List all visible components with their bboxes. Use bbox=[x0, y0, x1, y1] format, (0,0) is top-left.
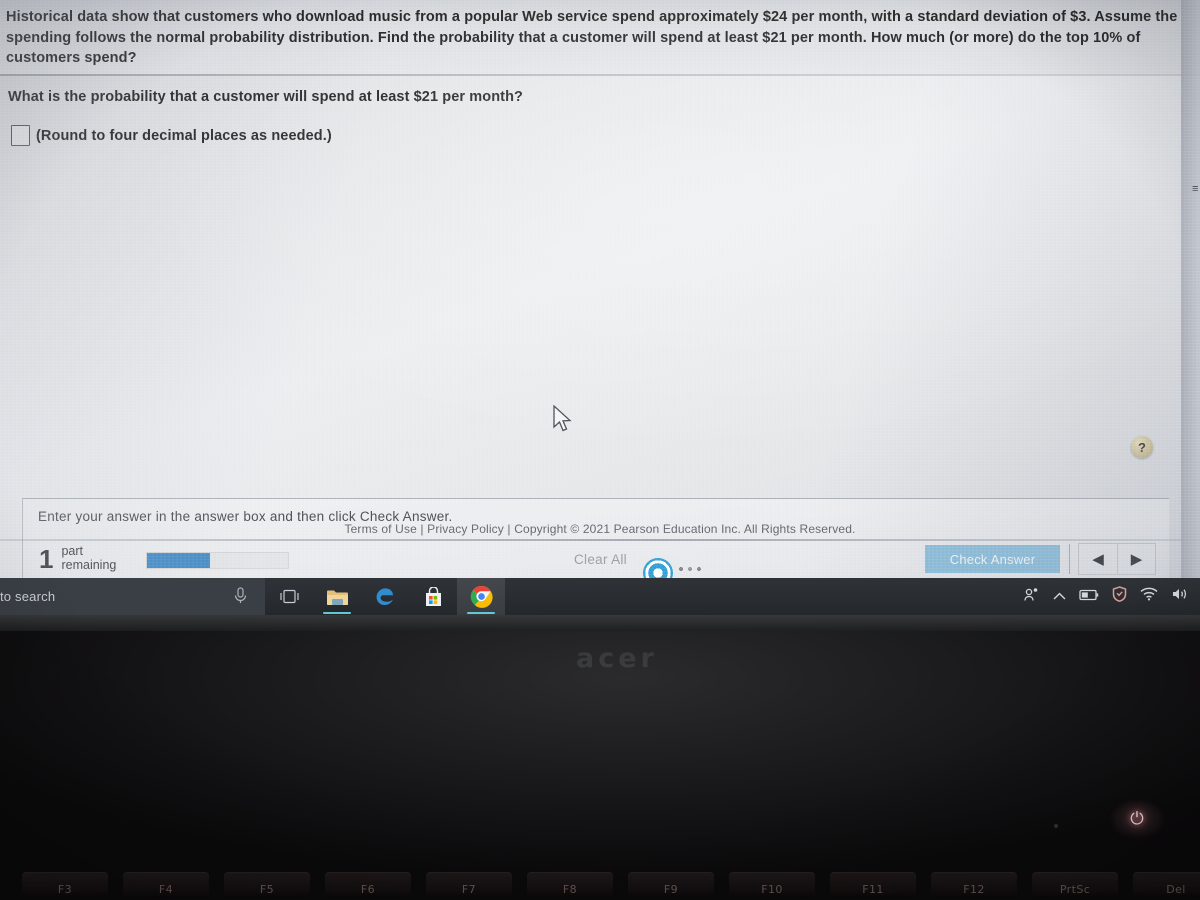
show-hidden-icons-chevron[interactable] bbox=[1053, 588, 1066, 606]
function-key-row: F3 F4 F5 F6 F7 F8 F9 F10 F11 F12 PrtSc Del bbox=[0, 872, 1200, 900]
edge-browser-icon[interactable] bbox=[361, 578, 409, 615]
search-placeholder: to search bbox=[0, 589, 56, 604]
cortana-microphone-icon[interactable] bbox=[234, 586, 247, 607]
check-answer-button[interactable]: Check Answer bbox=[925, 545, 1060, 573]
wifi-icon[interactable] bbox=[1140, 587, 1158, 606]
people-icon[interactable] bbox=[1023, 587, 1040, 607]
power-button[interactable]: ⏻ bbox=[1108, 798, 1166, 840]
function-key-f6[interactable]: F6 bbox=[325, 872, 411, 898]
chrome-browser-icon[interactable] bbox=[457, 578, 505, 615]
footer-links[interactable]: Terms of Use | Privacy Policy | Copyrigh… bbox=[0, 522, 1200, 536]
acer-brand-logo: acer bbox=[576, 643, 658, 674]
file-explorer-icon[interactable] bbox=[313, 578, 361, 615]
volume-icon[interactable] bbox=[1171, 587, 1189, 606]
parts-count: 1 bbox=[39, 543, 54, 574]
answer-row: (Round to four decimal places as needed.… bbox=[11, 125, 332, 146]
screen-right-edge bbox=[1181, 0, 1200, 578]
next-question-button[interactable]: ▶ bbox=[1117, 544, 1155, 574]
battery-icon[interactable] bbox=[1079, 588, 1099, 606]
function-key-f10[interactable]: F10 bbox=[729, 872, 815, 898]
function-key-f5[interactable]: F5 bbox=[224, 872, 310, 898]
mouse-cursor bbox=[552, 404, 574, 435]
laptop-hinge bbox=[0, 615, 1200, 631]
browser-screen: Historical data show that customers who … bbox=[0, 0, 1200, 578]
action-bar: Enter your answer in the answer box and … bbox=[22, 498, 1169, 578]
function-key-del[interactable]: Del bbox=[1133, 872, 1200, 898]
parts-remaining: 1 part remaining bbox=[39, 543, 117, 574]
windows-taskbar: to search bbox=[0, 578, 1200, 615]
parts-label-line2: remaining bbox=[61, 557, 117, 572]
clear-all-button[interactable]: Clear All bbox=[574, 552, 627, 567]
progress-bar-fill bbox=[147, 553, 211, 568]
laptop-photo: Historical data show that customers who … bbox=[0, 0, 1200, 900]
function-key-f7[interactable]: F7 bbox=[426, 872, 512, 898]
progress-bar bbox=[146, 552, 289, 569]
status-led bbox=[1054, 824, 1058, 828]
file-explorer-active-underline bbox=[323, 611, 351, 614]
rounding-note: (Round to four decimal places as needed.… bbox=[36, 127, 332, 144]
function-key-f8[interactable]: F8 bbox=[527, 872, 613, 898]
power-icon: ⏻ bbox=[1130, 809, 1144, 828]
function-key-prtsc[interactable]: PrtSc bbox=[1032, 872, 1118, 898]
microsoft-store-icon[interactable] bbox=[409, 578, 457, 615]
sub-question-text: What is the probability that a customer … bbox=[8, 89, 523, 105]
task-view-icon[interactable] bbox=[265, 578, 313, 615]
previous-question-button[interactable]: ◀ bbox=[1079, 544, 1117, 574]
help-icon[interactable]: ? bbox=[1131, 436, 1153, 458]
answer-workspace bbox=[0, 168, 1200, 428]
taskbar-search-input[interactable]: to search bbox=[0, 578, 265, 615]
question-body: What is the probability that a customer … bbox=[0, 78, 1200, 578]
security-shield-icon[interactable] bbox=[1112, 586, 1127, 607]
chrome-active-underline bbox=[467, 611, 495, 614]
nav-separator bbox=[1069, 544, 1070, 574]
question-nav: ◀ ▶ bbox=[1078, 543, 1156, 575]
parts-label-line1: part bbox=[61, 544, 84, 558]
function-key-f12[interactable]: F12 bbox=[931, 872, 1017, 898]
header-divider bbox=[0, 74, 1200, 76]
footer-rule bbox=[0, 539, 1200, 541]
function-key-f9[interactable]: F9 bbox=[628, 872, 714, 898]
system-tray bbox=[1023, 586, 1200, 607]
question-header: Historical data show that customers who … bbox=[0, 0, 1200, 74]
function-key-f3[interactable]: F3 bbox=[22, 872, 108, 898]
right-edge-mark: ≡ bbox=[1192, 183, 1199, 195]
question-prompt: Historical data show that customers who … bbox=[6, 9, 1178, 66]
function-key-f11[interactable]: F11 bbox=[830, 872, 916, 898]
blob-dots bbox=[678, 566, 704, 573]
answer-input[interactable] bbox=[11, 125, 30, 146]
function-key-f4[interactable]: F4 bbox=[123, 872, 209, 898]
